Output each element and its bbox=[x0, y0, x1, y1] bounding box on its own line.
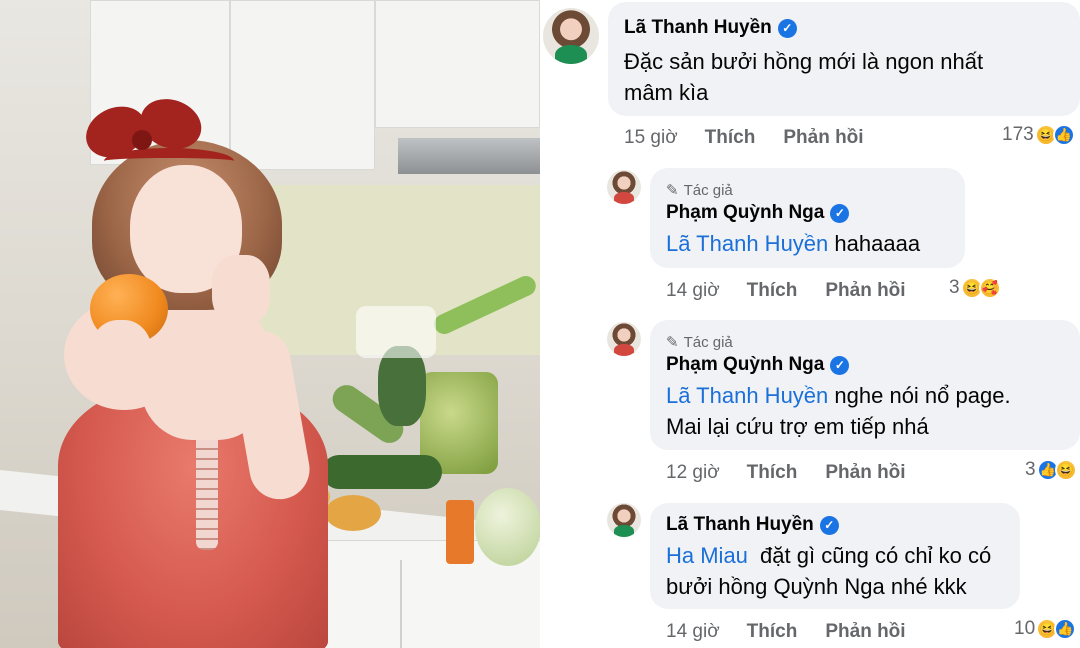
comment-actions: 15 giờ Thích Phản hồi bbox=[624, 127, 864, 149]
reply-link[interactable]: Phản hồi bbox=[825, 621, 905, 643]
kitchen-photo bbox=[0, 0, 540, 648]
reaction-count: 10 bbox=[1014, 618, 1036, 639]
comment-text: Lã Thanh Huyền nghe nói nổ page. Mai lại… bbox=[666, 380, 1011, 442]
avatar[interactable] bbox=[607, 170, 641, 204]
comment-time[interactable]: 12 giờ bbox=[666, 462, 720, 484]
upper-cabinet bbox=[375, 0, 540, 128]
comment-actions: 14 giờ Thích Phản hồi bbox=[666, 621, 906, 643]
reaction-summary[interactable]: 10 😆 👍 bbox=[1014, 618, 1077, 640]
mention-link[interactable]: Lã Thanh Huyền bbox=[666, 383, 828, 408]
range-hood bbox=[398, 138, 540, 174]
comment-author[interactable]: Phạm Quỳnh Nga ✓ bbox=[666, 202, 850, 224]
comment-actions: 14 giờ Thích Phản hồi bbox=[666, 280, 906, 302]
reply-bubble: ✎ Tác giả Phạm Quỳnh Nga ✓ Lã Thanh Huyề… bbox=[650, 168, 965, 268]
reaction-count: 3 bbox=[1025, 459, 1036, 480]
like-link[interactable]: Thích bbox=[705, 127, 756, 149]
cabinet-divider bbox=[400, 560, 402, 648]
avatar[interactable] bbox=[607, 322, 641, 356]
verified-badge-icon: ✓ bbox=[777, 18, 797, 38]
verified-badge-icon: ✓ bbox=[830, 355, 850, 375]
upper-cabinet bbox=[230, 0, 375, 170]
cabbage bbox=[475, 488, 540, 566]
comment-text: Lã Thanh Huyền hahaaaa bbox=[666, 228, 920, 259]
avatar[interactable] bbox=[607, 503, 641, 537]
reply-link[interactable]: Phản hồi bbox=[825, 462, 905, 484]
haha-icon: 😆 bbox=[1054, 459, 1077, 481]
pencil-icon: ✎ bbox=[666, 334, 679, 351]
author-tag-label: Tác giả bbox=[683, 181, 733, 199]
mango bbox=[325, 495, 381, 531]
like-icon: 👍 bbox=[1052, 124, 1075, 146]
like-link[interactable]: Thích bbox=[747, 280, 798, 302]
verified-badge-icon: ✓ bbox=[819, 515, 839, 535]
greens bbox=[378, 346, 426, 426]
reply-link[interactable]: Phản hồi bbox=[825, 280, 905, 302]
peace-sign-hand bbox=[212, 255, 270, 325]
author-name[interactable]: Lã Thanh Huyền bbox=[666, 514, 814, 536]
comment-thread: Lã Thanh Huyền ✓ Đặc sản bưởi hồng mới l… bbox=[540, 0, 1080, 648]
pencil-icon: ✎ bbox=[666, 182, 679, 199]
comment-author[interactable]: Phạm Quỳnh Nga ✓ bbox=[666, 354, 850, 376]
author-tag: ✎ Tác giả bbox=[666, 333, 733, 352]
comment-text-line: nghe nói nổ page. bbox=[834, 383, 1011, 408]
reaction-count: 173 bbox=[1002, 124, 1034, 145]
verified-badge-icon: ✓ bbox=[830, 203, 850, 223]
comment-text-line: đặt gì cũng có chỉ ko có bbox=[760, 543, 992, 568]
author-name[interactable]: Phạm Quỳnh Nga bbox=[666, 354, 824, 376]
care-icon: 🥰 bbox=[978, 277, 1001, 299]
author-tag: ✎ Tác giả bbox=[666, 181, 733, 200]
comment-text-line: bưởi hồng Quỳnh Nga nhé kkk bbox=[666, 574, 967, 599]
like-link[interactable]: Thích bbox=[747, 462, 798, 484]
comment-author[interactable]: Lã Thanh Huyền ✓ bbox=[624, 17, 797, 39]
comment-text-line: mâm kìa bbox=[624, 80, 709, 105]
comment-author[interactable]: Lã Thanh Huyền ✓ bbox=[666, 514, 839, 536]
reaction-summary[interactable]: 173 😆 👍 bbox=[1002, 124, 1075, 146]
author-name[interactable]: Lã Thanh Huyền bbox=[624, 17, 772, 39]
dress-lace bbox=[196, 430, 218, 550]
mention-link[interactable]: Ha Miau bbox=[666, 543, 748, 568]
jar bbox=[446, 500, 474, 564]
hand-holding-fruit bbox=[90, 320, 152, 390]
comment-text-line: Đặc sản bưởi hồng mới là ngon nhất bbox=[624, 49, 984, 74]
like-icon: 👍 bbox=[1054, 618, 1077, 640]
author-name[interactable]: Phạm Quỳnh Nga bbox=[666, 202, 824, 224]
avatar[interactable] bbox=[543, 8, 599, 64]
comment-time[interactable]: 14 giờ bbox=[666, 280, 720, 302]
comment-actions: 12 giờ Thích Phản hồi bbox=[666, 462, 906, 484]
reply-bubble: Lã Thanh Huyền ✓ Ha Miau đặt gì cũng có … bbox=[650, 503, 1020, 609]
comment-text-line: hahaaaa bbox=[834, 231, 921, 256]
like-link[interactable]: Thích bbox=[747, 621, 798, 643]
comment-time[interactable]: 14 giờ bbox=[666, 621, 720, 643]
cucumber bbox=[322, 455, 442, 489]
reaction-count: 3 bbox=[949, 277, 960, 298]
comment-text: Đặc sản bưởi hồng mới là ngon nhất mâm k… bbox=[624, 46, 983, 108]
plastic-bag bbox=[356, 306, 436, 358]
comment-text: Ha Miau đặt gì cũng có chỉ ko có bưởi hồ… bbox=[666, 540, 991, 602]
author-tag-label: Tác giả bbox=[683, 333, 733, 351]
mention-link[interactable]: Lã Thanh Huyền bbox=[666, 231, 828, 256]
reply-bubble: ✎ Tác giả Phạm Quỳnh Nga ✓ Lã Thanh Huyề… bbox=[650, 320, 1080, 450]
reaction-summary[interactable]: 3 👍 😆 bbox=[1025, 459, 1077, 481]
comment-time[interactable]: 15 giờ bbox=[624, 127, 678, 149]
bow-knot bbox=[132, 130, 152, 150]
reaction-summary[interactable]: 3 😆 🥰 bbox=[949, 277, 1001, 299]
reply-link[interactable]: Phản hồi bbox=[783, 127, 863, 149]
comment-bubble: Lã Thanh Huyền ✓ Đặc sản bưởi hồng mới l… bbox=[608, 2, 1080, 116]
comment-text-line: Mai lại cứu trợ em tiếp nhá bbox=[666, 414, 929, 439]
